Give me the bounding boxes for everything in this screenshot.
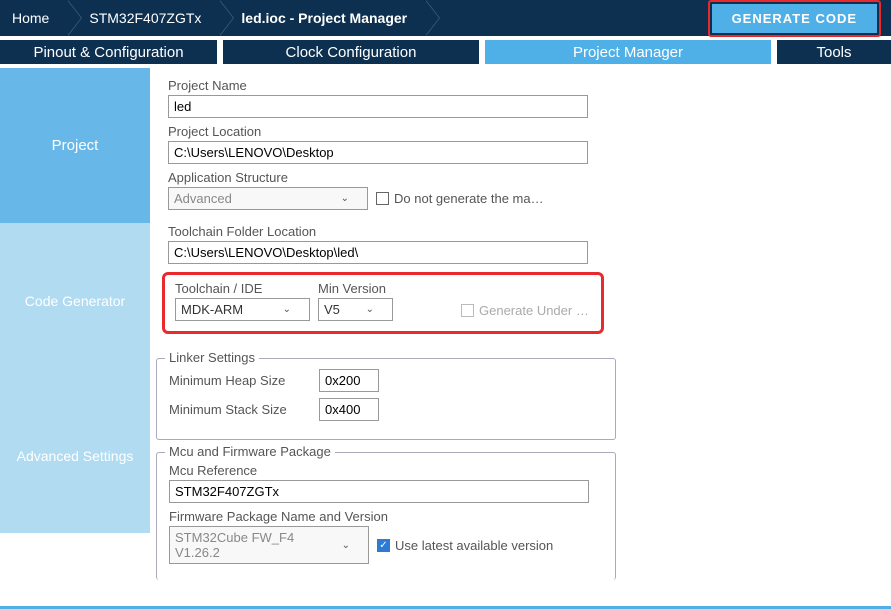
linker-settings-fieldset: Linker Settings Minimum Heap Size Minimu… bbox=[156, 358, 616, 440]
breadcrumb-chip[interactable]: STM32F407ZGTx bbox=[77, 0, 219, 36]
tab-clock[interactable]: Clock Configuration bbox=[223, 40, 485, 64]
linker-settings-legend: Linker Settings bbox=[165, 350, 259, 365]
tab-project-manager[interactable]: Project Manager bbox=[485, 40, 777, 64]
breadcrumb-home[interactable]: Home bbox=[0, 0, 67, 36]
use-latest-version-checkbox[interactable]: ✓ Use latest available version bbox=[377, 538, 553, 553]
mcu-firmware-legend: Mcu and Firmware Package bbox=[165, 444, 335, 459]
application-structure-label: Application Structure bbox=[168, 170, 604, 185]
mcu-reference-label: Mcu Reference bbox=[169, 463, 603, 478]
do-not-generate-main-checkbox[interactable]: Do not generate the ma… bbox=[376, 191, 544, 206]
min-heap-label: Minimum Heap Size bbox=[169, 373, 309, 388]
mcu-reference-input bbox=[169, 480, 589, 503]
min-version-label: Min Version bbox=[318, 281, 393, 296]
main-tabs: Pinout & Configuration Clock Configurati… bbox=[0, 36, 891, 68]
firmware-package-label: Firmware Package Name and Version bbox=[169, 509, 603, 524]
generate-code-highlight: GENERATE CODE bbox=[708, 0, 881, 37]
project-location-input[interactable] bbox=[168, 141, 588, 164]
chevron-down-icon: ⌄ bbox=[341, 193, 349, 204]
toolchain-ide-select[interactable]: MDK-ARM⌄ bbox=[175, 298, 310, 321]
toolchain-folder-input bbox=[168, 241, 588, 264]
tab-pinout[interactable]: Pinout & Configuration bbox=[0, 40, 223, 64]
toolchain-folder-label: Toolchain Folder Location bbox=[168, 224, 604, 239]
chevron-down-icon: ⌄ bbox=[366, 304, 374, 315]
mcu-firmware-fieldset: Mcu and Firmware Package Mcu Reference F… bbox=[156, 452, 616, 580]
toolchain-ide-label: Toolchain / IDE bbox=[175, 281, 310, 296]
sidebar: Project Code Generator Advanced Settings bbox=[0, 68, 150, 601]
min-heap-input[interactable] bbox=[319, 369, 379, 392]
main-area: Project Code Generator Advanced Settings… bbox=[0, 68, 891, 601]
min-stack-input[interactable] bbox=[319, 398, 379, 421]
chevron-down-icon: ⌄ bbox=[283, 304, 291, 315]
checkbox-checked-icon: ✓ bbox=[377, 539, 390, 552]
min-stack-label: Minimum Stack Size bbox=[169, 402, 309, 417]
min-version-select[interactable]: V5⌄ bbox=[318, 298, 393, 321]
chevron-down-icon: ⌄ bbox=[342, 540, 350, 551]
chevron-right-icon bbox=[67, 0, 81, 36]
generate-code-button[interactable]: GENERATE CODE bbox=[712, 4, 877, 33]
application-structure-select[interactable]: Advanced⌄ bbox=[168, 187, 368, 210]
checkbox-icon bbox=[376, 192, 389, 205]
sidebar-item-code-generator[interactable]: Code Generator bbox=[0, 223, 150, 378]
project-name-label: Project Name bbox=[168, 78, 604, 93]
breadcrumb-bar: Home STM32F407ZGTx led.ioc - Project Man… bbox=[0, 0, 891, 36]
toolchain-highlight: Toolchain / IDE MDK-ARM⌄ Min Version V5⌄ bbox=[162, 272, 604, 334]
firmware-package-select[interactable]: STM32Cube FW_F4 V1.26.2⌄ bbox=[169, 526, 369, 564]
project-location-label: Project Location bbox=[168, 124, 604, 139]
project-name-input[interactable] bbox=[168, 95, 588, 118]
chevron-right-icon bbox=[425, 0, 439, 36]
breadcrumb-file[interactable]: led.ioc - Project Manager bbox=[229, 0, 425, 36]
content-panel: Project Name Project Location Applicatio… bbox=[150, 68, 891, 601]
sidebar-item-project[interactable]: Project bbox=[0, 68, 150, 223]
chevron-right-icon bbox=[219, 0, 233, 36]
tab-tools[interactable]: Tools bbox=[777, 40, 891, 64]
generate-under-checkbox: Generate Under … bbox=[461, 303, 589, 318]
sidebar-item-advanced-settings[interactable]: Advanced Settings bbox=[0, 378, 150, 533]
checkbox-icon bbox=[461, 304, 474, 317]
